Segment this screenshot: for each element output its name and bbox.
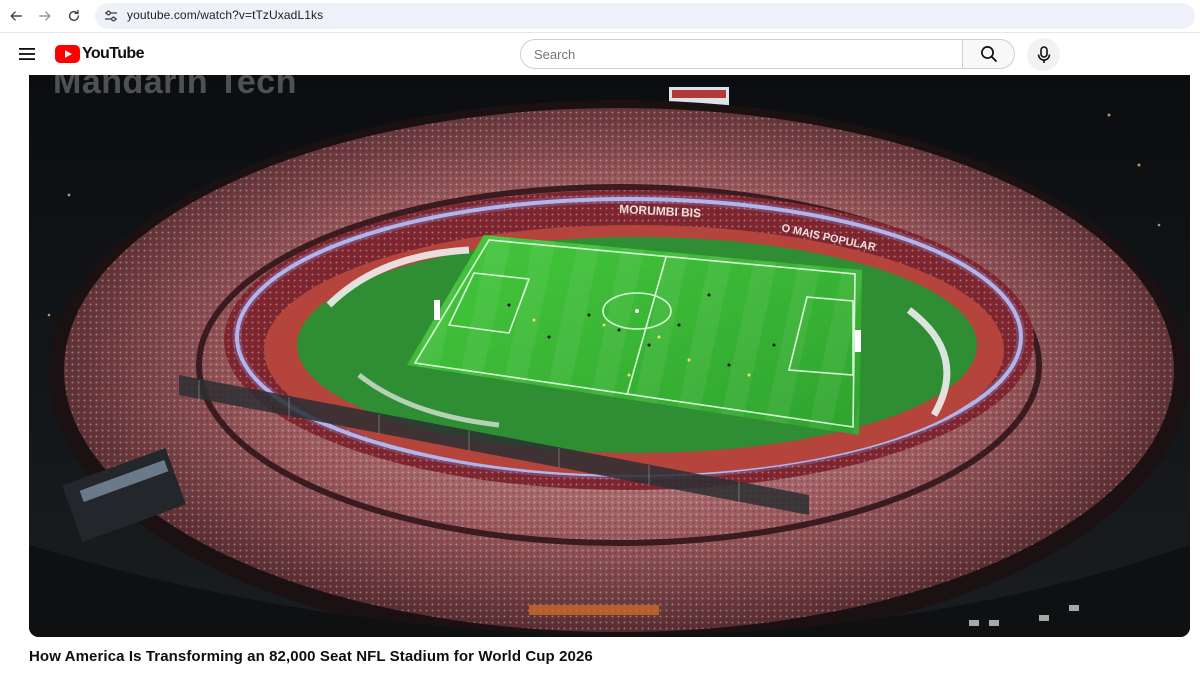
video-title: How America Is Transforming an 82,000 Se… — [29, 648, 593, 665]
hamburger-icon — [19, 48, 35, 60]
search-box[interactable] — [520, 39, 963, 69]
forward-button[interactable] — [33, 4, 57, 28]
address-bar[interactable]: youtube.com/watch?v=tTzUxadL1ks — [95, 3, 1195, 29]
voice-search-button[interactable] — [1027, 38, 1060, 71]
url-text[interactable]: youtube.com/watch?v=tTzUxadL1ks — [127, 8, 323, 22]
search-icon — [980, 46, 997, 62]
microphone-icon — [1037, 45, 1050, 63]
reload-icon — [68, 9, 80, 22]
search-input[interactable] — [521, 40, 963, 68]
browser-toolbar: youtube.com/watch?v=tTzUxadL1ks — [0, 0, 1200, 33]
youtube-play-logo-icon — [55, 45, 80, 63]
video-player[interactable]: MORUMBI BIS O MAIS POPULAR Mandarin Tech — [29, 75, 1190, 637]
arrow-left-icon — [10, 11, 22, 21]
youtube-masthead: YouTube — [0, 33, 1200, 75]
arrow-right-icon — [39, 11, 51, 21]
video-frame-stadium: MORUMBI BIS O MAIS POPULAR — [29, 75, 1190, 637]
guide-menu-button[interactable] — [12, 39, 42, 69]
youtube-logo[interactable]: YouTube — [55, 45, 144, 63]
reload-button[interactable] — [62, 4, 86, 28]
logo-wordmark: YouTube — [82, 45, 144, 62]
back-button[interactable] — [4, 4, 28, 28]
channel-watermark: Mandarin Tech — [53, 75, 297, 101]
search-button[interactable] — [962, 39, 1015, 69]
tune-icon[interactable] — [104, 9, 118, 23]
